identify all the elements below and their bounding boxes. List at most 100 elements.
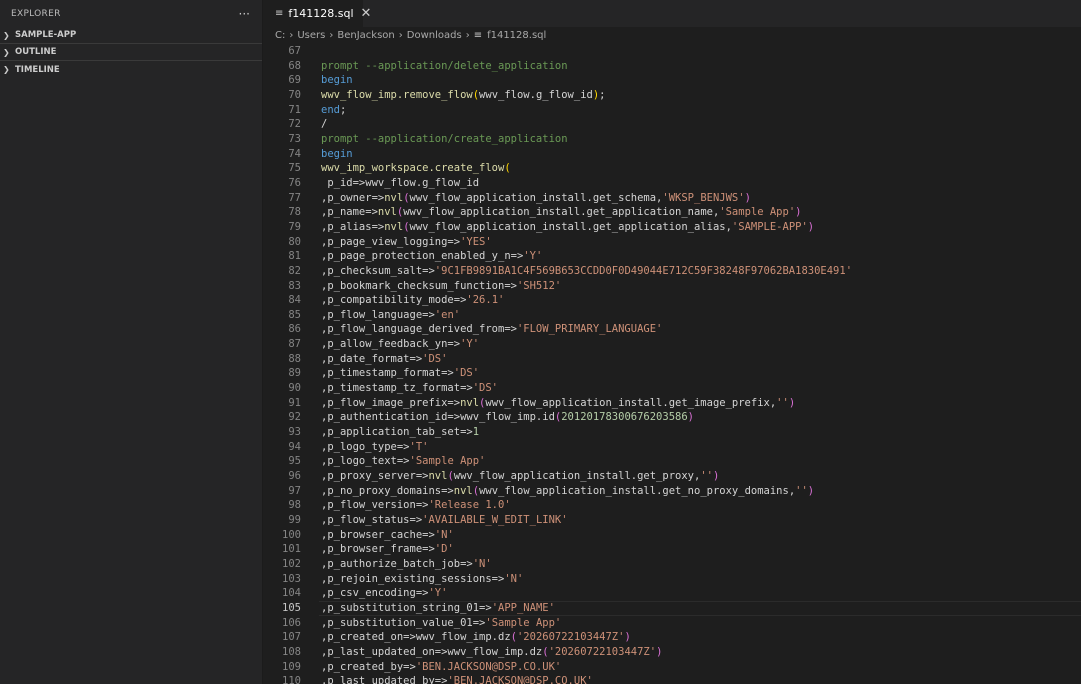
breadcrumb-item[interactable]: BenJackson: [337, 30, 394, 41]
code-token: ): [807, 484, 815, 497]
code-line[interactable]: 90 ,p_timestamp_tz_format=>'DS': [263, 381, 1081, 396]
close-icon[interactable]: ✕: [361, 6, 372, 21]
code-line[interactable]: 100 ,p_browser_cache=>'N': [263, 528, 1081, 543]
tab-f141128-sql[interactable]: ≡ f141128.sql ✕: [263, 0, 371, 27]
line-content: prompt --application/create_application: [321, 132, 568, 147]
code-token: wwv_flow_application_install.get_schema,: [409, 191, 663, 204]
file-lines-icon: ≡: [275, 8, 284, 19]
code-token: ,p_last_updated_on=>wwv_flow_imp.dz: [321, 645, 543, 658]
line-content: ,p_allow_feedback_yn=>'Y': [321, 337, 479, 352]
section-outline[interactable]: ❯ OUTLINE: [0, 44, 262, 61]
line-content: ,p_no_proxy_domains=>nvl(wwv_flow_applic…: [321, 484, 814, 499]
code-line[interactable]: 109 ,p_created_by=>'BEN.JACKSON@DSP.CO.UK…: [263, 660, 1081, 675]
code-line[interactable]: 97 ,p_no_proxy_domains=>nvl(wwv_flow_appl…: [263, 484, 1081, 499]
code-line[interactable]: 82 ,p_checksum_salt=>'9C1FB9891BA1C4F569B…: [263, 264, 1081, 279]
explorer-sidebar: EXPLORER ··· ❯ SAMPLE-APP ❯ OUTLINE ❯ TI…: [0, 0, 263, 684]
code-line[interactable]: 78 ,p_name=>nvl(wwv_flow_application_inst…: [263, 205, 1081, 220]
line-content: ,p_page_view_logging=>'YES': [321, 235, 492, 250]
line-number: 109: [282, 660, 301, 673]
code-line[interactable]: 87 ,p_allow_feedback_yn=>'Y': [263, 337, 1081, 352]
code-line[interactable]: 96 ,p_proxy_server=>nvl(wwv_flow_applicat…: [263, 469, 1081, 484]
breadcrumb-item[interactable]: C:: [275, 30, 285, 41]
code-line[interactable]: 81 ,p_page_protection_enabled_y_n=>'Y': [263, 249, 1081, 264]
code-line[interactable]: 88 ,p_date_format=>'DS': [263, 352, 1081, 367]
code-line[interactable]: 107 ,p_created_on=>wwv_flow_imp.dz('20260…: [263, 630, 1081, 645]
code-line[interactable]: 68 prompt --application/delete_applicatio…: [263, 59, 1081, 74]
line-number: 102: [282, 557, 301, 570]
code-token: ): [795, 206, 802, 219]
code-editor[interactable]: 67 68 prompt --application/delete_applicat…: [263, 44, 1081, 684]
line-content: prompt --application/delete_application: [321, 59, 568, 74]
line-number: 83: [288, 279, 301, 292]
code-line[interactable]: 77 ,p_owner=>nvl(wwv_flow_application_ins…: [263, 191, 1081, 206]
code-line[interactable]: 76 p_id=>wwv_flow.g_flow_id: [263, 176, 1081, 191]
code-token: (: [504, 162, 511, 175]
code-line[interactable]: 106 ,p_substitution_value_01=>'Sample App…: [263, 616, 1081, 631]
code-token: ,p_timestamp_format=>: [321, 367, 454, 380]
code-line[interactable]: 95 ,p_logo_text=>'Sample App': [263, 454, 1081, 469]
section-sample-app[interactable]: ❯ SAMPLE-APP: [0, 27, 262, 44]
code-token: 'SH512': [516, 279, 562, 292]
code-token: 'N': [504, 572, 524, 585]
code-line[interactable]: 79 ,p_alias=>nvl(wwv_flow_application_ins…: [263, 220, 1081, 235]
code-line[interactable]: 72 /: [263, 117, 1081, 132]
code-token: '': [776, 396, 789, 409]
code-line[interactable]: 71 end;: [263, 103, 1081, 118]
code-token: ,p_page_view_logging=>: [321, 235, 461, 248]
code-line[interactable]: 93 ,p_application_tab_set=>1: [263, 425, 1081, 440]
line-content: ,p_timestamp_format=>'DS': [321, 366, 479, 381]
section-label: TIMELINE: [15, 64, 60, 75]
code-line[interactable]: 69 begin: [263, 73, 1081, 88]
code-line[interactable]: 98 ,p_flow_version=>'Release 1.0': [263, 498, 1081, 513]
line-number: 84: [288, 294, 301, 307]
code-line[interactable]: 74 begin: [263, 147, 1081, 162]
code-line[interactable]: 70 wwv_flow_imp.remove_flow(wwv_flow.g_fl…: [263, 88, 1081, 103]
code-line[interactable]: 105 ,p_substitution_string_01=>'APP_NAME': [263, 600, 1081, 616]
code-line[interactable]: 102 ,p_authorize_batch_job=>'N': [263, 557, 1081, 572]
breadcrumb-item[interactable]: Downloads: [407, 30, 462, 41]
code-line[interactable]: 103 ,p_rejoin_existing_sessions=>'N': [263, 572, 1081, 587]
code-token: ,p_alias=>: [321, 220, 385, 233]
code-token: wwv_imp_workspace.create_flow: [321, 162, 505, 175]
code-token: ,p_substitution_value_01=>: [321, 616, 486, 629]
code-line[interactable]: 110 ,p_last_updated_by=>'BEN.JACKSON@DSP.…: [263, 674, 1081, 684]
line-content: ,p_flow_language=>'en': [321, 308, 460, 323]
code-token: 'Sample App': [719, 206, 796, 219]
code-line[interactable]: 75 wwv_imp_workspace.create_flow(: [263, 161, 1081, 176]
line-number: 98: [288, 499, 301, 512]
line-content: /: [321, 117, 327, 132]
breadcrumb-item[interactable]: Users: [297, 30, 325, 41]
code-token: ,p_page_protection_enabled_y_n=>: [321, 250, 524, 263]
code-line[interactable]: 85 ,p_flow_language=>'en': [263, 308, 1081, 323]
code-line[interactable]: 89 ,p_timestamp_format=>'DS': [263, 366, 1081, 381]
code-line[interactable]: 91 ,p_flow_image_prefix=>nvl(wwv_flow_app…: [263, 396, 1081, 411]
code-line[interactable]: 86 ,p_flow_language_derived_from=>'FLOW_P…: [263, 322, 1081, 337]
code-token: ,p_allow_feedback_yn=>: [321, 338, 461, 351]
line-number: 86: [288, 323, 301, 336]
code-token: 'Y': [523, 250, 543, 263]
code-line[interactable]: 67: [263, 44, 1081, 59]
code-line[interactable]: 104 ,p_csv_encoding=>'Y': [263, 586, 1081, 601]
section-timeline[interactable]: ❯ TIMELINE: [0, 61, 262, 78]
code-line[interactable]: 101 ,p_browser_frame=>'D': [263, 542, 1081, 557]
code-token: 'WKSP_BENJWS': [662, 191, 745, 204]
code-line[interactable]: 99 ,p_flow_status=>'AVAILABLE_W_EDIT_LINK…: [263, 513, 1081, 528]
more-actions-icon[interactable]: ···: [239, 7, 250, 21]
code-line[interactable]: 84 ,p_compatibility_mode=>'26.1': [263, 293, 1081, 308]
line-content: wwv_flow_imp.remove_flow(wwv_flow.g_flow…: [321, 88, 606, 103]
code-line[interactable]: 92 ,p_authentication_id=>wwv_flow_imp.id(…: [263, 410, 1081, 425]
breadcrumb-item[interactable]: f141128.sql: [487, 30, 546, 41]
code-line[interactable]: 94 ,p_logo_type=>'T': [263, 440, 1081, 455]
code-line[interactable]: 73 prompt --application/create_applicatio…: [263, 132, 1081, 147]
line-content: ,p_date_format=>'DS': [321, 352, 447, 367]
code-token: ): [687, 411, 694, 424]
code-line[interactable]: 80 ,p_page_view_logging=>'YES': [263, 235, 1081, 250]
code-token: 20120178300676203586: [561, 411, 688, 424]
line-number: 91: [288, 396, 301, 409]
code-line[interactable]: 108 ,p_last_updated_on=>wwv_flow_imp.dz('…: [263, 645, 1081, 660]
line-number: 105: [282, 601, 301, 614]
line-content: begin: [321, 73, 353, 88]
code-token: 'Sample App': [409, 455, 486, 468]
line-number: 99: [288, 514, 301, 526]
code-line[interactable]: 83 ,p_bookmark_checksum_function=>'SH512': [263, 279, 1081, 294]
